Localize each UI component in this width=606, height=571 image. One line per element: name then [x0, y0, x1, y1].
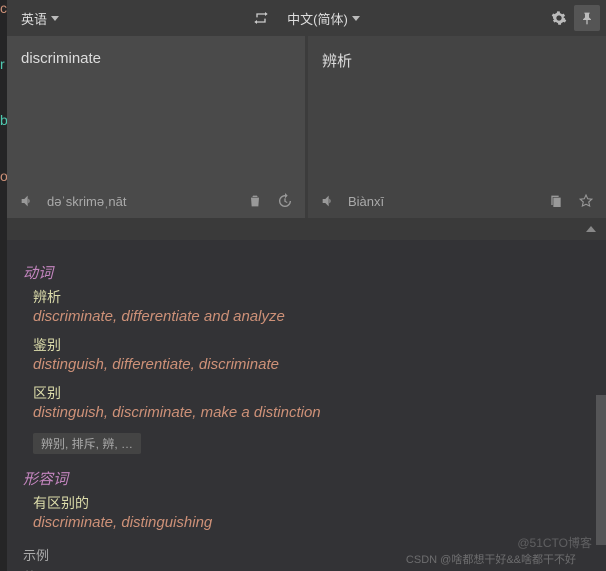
collapse-bar[interactable]	[7, 218, 606, 240]
pin-icon	[579, 10, 595, 26]
settings-button[interactable]	[546, 5, 572, 31]
source-footer: dəˈskriməˌnāt	[7, 184, 305, 218]
speaker-icon	[320, 193, 336, 209]
sense-entry: 鉴别 distinguish, differentiate, discrimin…	[23, 335, 590, 373]
sense-entry: 辨析 discriminate, differentiate and analy…	[23, 287, 590, 325]
sense-entry: 区别 distinguish, discriminate, make a dis…	[23, 383, 590, 421]
sense-head: 辨析	[33, 287, 590, 307]
target-language-label: 中文(简体)	[287, 9, 348, 28]
sense-entry: 有区别的 discriminate, distinguishing	[23, 493, 590, 531]
sense-body: discriminate, differentiate and analyze	[33, 308, 590, 325]
chevron-down-icon	[352, 16, 360, 21]
swap-icon	[253, 10, 269, 26]
more-senses-button[interactable]: 辨别, 排斥, 辨, …	[33, 433, 141, 454]
editor-gutter: c r b o	[0, 0, 7, 571]
copy-button[interactable]	[546, 191, 566, 211]
translator-panel: 英语 中文(简体) discriminate dəˈskriməˌnāt	[7, 0, 606, 571]
target-play-button[interactable]	[318, 191, 338, 211]
target-footer: Biànxī	[308, 184, 606, 218]
clear-button[interactable]	[245, 191, 265, 211]
speaker-icon	[19, 193, 35, 209]
examples-heading: 示例	[23, 545, 590, 564]
sense-body: discriminate, distinguishing	[33, 514, 590, 531]
sense-head: 区别	[33, 383, 590, 403]
pin-button[interactable]	[574, 5, 600, 31]
target-pane: 辨析 Biànxī	[308, 36, 606, 218]
pos-heading: 形容词	[23, 468, 590, 489]
gear-icon	[551, 10, 567, 26]
favorite-button[interactable]	[576, 191, 596, 211]
swap-languages-button[interactable]	[249, 6, 273, 30]
star-icon	[578, 193, 594, 209]
source-language-label: 英语	[21, 9, 47, 28]
source-input[interactable]: discriminate	[7, 36, 305, 184]
dictionary-results: 动词 辨析 discriminate, differentiate and an…	[7, 240, 606, 571]
chevron-down-icon	[51, 16, 59, 21]
target-phonetic: Biànxī	[348, 194, 384, 209]
sense-body: distinguish, discriminate, make a distin…	[33, 404, 590, 421]
target-language-selector[interactable]: 中文(简体)	[279, 5, 368, 32]
pos-heading: 动词	[23, 262, 590, 283]
scrollbar-thumb[interactable]	[596, 395, 606, 545]
sense-head: 有区别的	[33, 493, 590, 513]
history-icon	[277, 193, 293, 209]
source-play-button[interactable]	[17, 191, 37, 211]
copy-icon	[548, 193, 564, 209]
source-language-selector[interactable]: 英语	[13, 5, 67, 32]
scrollbar[interactable]	[596, 240, 606, 571]
chevron-up-icon	[586, 226, 596, 232]
sense-head: 鉴别	[33, 335, 590, 355]
history-button[interactable]	[275, 191, 295, 211]
sense-body: distinguish, differentiate, discriminate	[33, 356, 590, 373]
source-phonetic: dəˈskriməˌnāt	[47, 194, 126, 209]
header-bar: 英语 中文(简体)	[7, 0, 606, 36]
source-pane: discriminate dəˈskriməˌnāt	[7, 36, 305, 218]
translation-io: discriminate dəˈskriməˌnāt 辨析	[7, 36, 606, 218]
target-output: 辨析	[308, 36, 606, 184]
trash-icon	[247, 193, 263, 209]
